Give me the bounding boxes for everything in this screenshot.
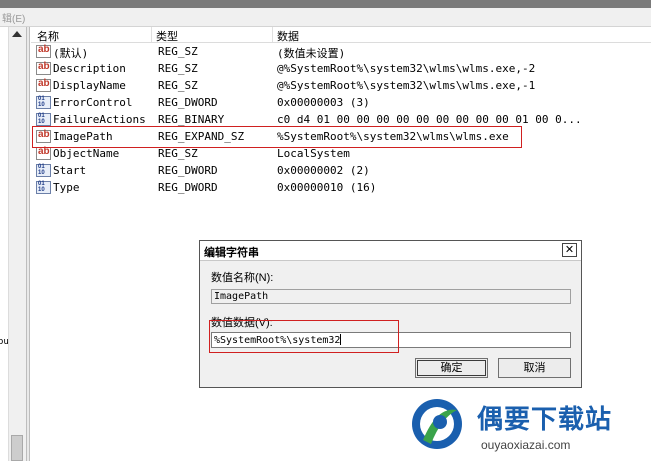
value-data: LocalSystem [277, 147, 350, 160]
menu-fragment[interactable]: 辑(E) [2, 10, 25, 25]
value-name: DisplayName [53, 79, 126, 92]
value-name: ErrorControl [53, 96, 133, 109]
string-value-icon [36, 61, 51, 75]
binary-value-icon [36, 164, 51, 177]
value-data: 0x00000010 (16) [277, 181, 377, 194]
value-data-highlight-box [209, 320, 399, 353]
cancel-button[interactable]: 取消 [498, 358, 571, 378]
key-tree-pane[interactable]: ou [0, 27, 8, 461]
watermark-title: 偶要下载站 [477, 404, 613, 434]
value-name: Type [53, 181, 80, 194]
value-name: ObjectName [53, 147, 120, 160]
value-name: (默认) [53, 47, 89, 60]
site-logo-icon [412, 399, 462, 449]
value-data: @%SystemRoot%\system32\wlms\wlms.exe,-2 [277, 62, 536, 75]
string-value-icon [36, 44, 51, 58]
string-value-icon [36, 146, 51, 160]
value-data: c0 d4 01 00 00 00 00 00 00 00 00 00 01 0… [277, 113, 582, 126]
value-data: @%SystemRoot%\system32\wlms\wlms.exe,-1 [277, 79, 536, 92]
watermark-logo: 偶要下载站 ouyaoxiazai.com [407, 393, 651, 461]
ok-button[interactable]: 确定 [415, 358, 488, 378]
value-name-field: ImagePath [211, 289, 571, 304]
edit-string-dialog: 编辑字符串 ✕ 数值名称(N): ImagePath 数值数据(V): %Sys… [199, 240, 582, 388]
pane-splitter[interactable] [26, 27, 30, 461]
registry-value-row[interactable]: Description REG_SZ @%SystemRoot%\system32\… [31, 60, 651, 77]
registry-value-row[interactable]: (默认) REG_SZ (数值未设置) [31, 43, 651, 60]
value-data: 0x00000002 (2) [277, 164, 370, 177]
window-top-border [0, 0, 651, 8]
dialog-title: 编辑字符串 [204, 247, 259, 259]
list-header: 名称 类型 数据 [31, 27, 651, 43]
value-type: REG_BINARY [158, 113, 225, 126]
binary-value-icon [36, 113, 51, 126]
binary-value-icon [36, 181, 51, 194]
value-type: REG_DWORD [158, 181, 218, 194]
value-data: (数值未设置) [277, 47, 346, 60]
value-type: REG_DWORD [158, 96, 218, 109]
registry-value-row[interactable]: Type REG_DWORD 0x00000010 (16) [31, 179, 651, 196]
value-name-label: 数值名称(N): [211, 272, 274, 284]
registry-value-row[interactable]: ErrorControl REG_DWORD 0x00000003 (3) [31, 94, 651, 111]
column-header-name[interactable]: 名称 [37, 28, 59, 44]
binary-value-icon [36, 96, 51, 109]
scroll-thumb[interactable] [11, 435, 23, 461]
value-name: FailureActions [53, 113, 146, 126]
imagepath-highlight-box [32, 126, 522, 148]
string-value-icon [36, 78, 51, 92]
value-type: REG_SZ [158, 79, 198, 92]
registry-value-row[interactable]: Start REG_DWORD 0x00000002 (2) [31, 162, 651, 179]
registry-value-row[interactable]: DisplayName REG_SZ @%SystemRoot%\system32\… [31, 77, 651, 94]
value-data: 0x00000003 (3) [277, 96, 370, 109]
tree-scrollbar[interactable] [8, 27, 26, 461]
dialog-title-bar: 编辑字符串 ✕ [200, 241, 581, 261]
tree-fragment: ou [0, 337, 8, 347]
value-name: Start [53, 164, 87, 177]
column-header-data[interactable]: 数据 [277, 28, 299, 44]
value-type: REG_DWORD [158, 164, 218, 177]
column-separator[interactable] [272, 27, 273, 42]
scroll-up-arrow-icon[interactable] [12, 31, 22, 37]
menu-bar: 辑(E) [0, 8, 651, 27]
value-type: REG_SZ [158, 147, 198, 160]
column-separator[interactable] [151, 27, 152, 42]
watermark-url: ouyaoxiazai.com [481, 438, 571, 452]
column-header-type[interactable]: 类型 [156, 28, 178, 44]
close-icon[interactable]: ✕ [562, 243, 577, 257]
value-type: REG_SZ [158, 62, 198, 75]
value-name: Description [53, 62, 126, 75]
value-type: REG_SZ [158, 45, 198, 58]
